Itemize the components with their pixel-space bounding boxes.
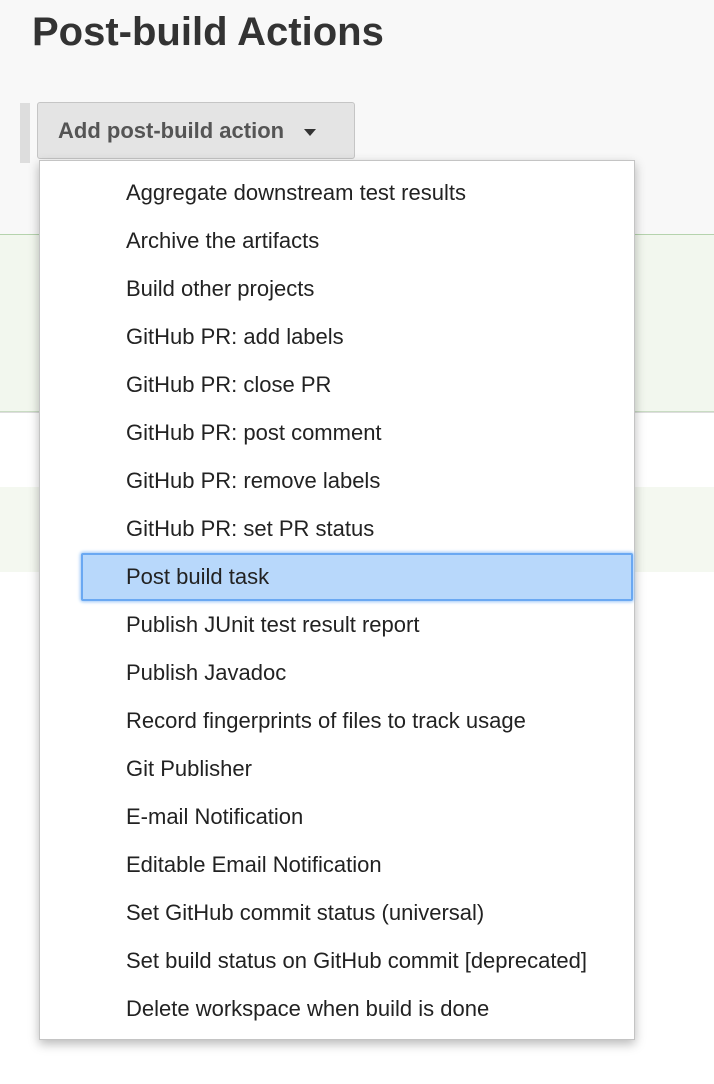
section-title: Post-build Actions: [32, 10, 384, 54]
menu-item[interactable]: Git Publisher: [80, 745, 634, 793]
menu-item[interactable]: E-mail Notification: [80, 793, 634, 841]
menu-item[interactable]: Publish Javadoc: [80, 649, 634, 697]
menu-item[interactable]: Delete workspace when build is done: [80, 985, 634, 1033]
menu-item[interactable]: GitHub PR: post comment: [80, 409, 634, 457]
menu-item[interactable]: Post build task: [81, 553, 633, 601]
add-post-build-action-label: Add post-build action: [58, 117, 285, 143]
menu-item[interactable]: Build other projects: [80, 265, 634, 313]
menu-item[interactable]: GitHub PR: remove labels: [80, 457, 634, 505]
menu-item[interactable]: Publish JUnit test result report: [80, 601, 634, 649]
add-post-build-action-button[interactable]: Add post-build action: [37, 102, 355, 159]
menu-item[interactable]: Record fingerprints of files to track us…: [80, 697, 634, 745]
section-indent-bar: [20, 103, 30, 163]
menu-item[interactable]: Aggregate downstream test results: [80, 169, 634, 217]
menu-item[interactable]: Set GitHub commit status (universal): [80, 889, 634, 937]
caret-down-icon: [304, 128, 317, 136]
menu-item[interactable]: GitHub PR: set PR status: [80, 505, 634, 553]
post-build-action-menu: Aggregate downstream test results Archive…: [39, 160, 635, 1040]
menu-item[interactable]: GitHub PR: close PR: [80, 361, 634, 409]
menu-item[interactable]: Editable Email Notification: [80, 841, 634, 889]
menu-item[interactable]: GitHub PR: add labels: [80, 313, 634, 361]
menu-item[interactable]: Archive the artifacts: [80, 217, 634, 265]
menu-item[interactable]: Set build status on GitHub commit [depre…: [80, 937, 634, 985]
